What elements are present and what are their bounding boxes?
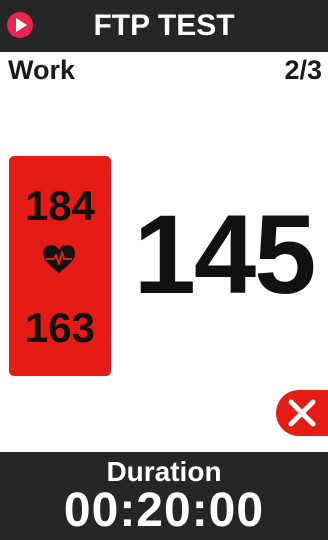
close-button[interactable] xyxy=(276,390,328,436)
page-title: FTP TEST xyxy=(93,9,235,42)
duration-value: 00:20:00 xyxy=(63,484,265,537)
power-value: 145 xyxy=(133,192,317,317)
step-progress: 2/3 xyxy=(284,55,322,85)
step-bar: Work 2/3 xyxy=(0,52,328,88)
heart-rate-max: 184 xyxy=(24,182,96,229)
step-name: Work xyxy=(8,55,76,85)
heart-rate-panel: 184 163 xyxy=(9,156,111,376)
title-bar: FTP TEST xyxy=(0,0,328,52)
close-icon xyxy=(288,399,316,427)
heart-pulse-icon xyxy=(43,245,75,273)
duration-footer: Duration 00:20:00 xyxy=(0,452,328,540)
heart-rate-min: 163 xyxy=(24,304,96,351)
